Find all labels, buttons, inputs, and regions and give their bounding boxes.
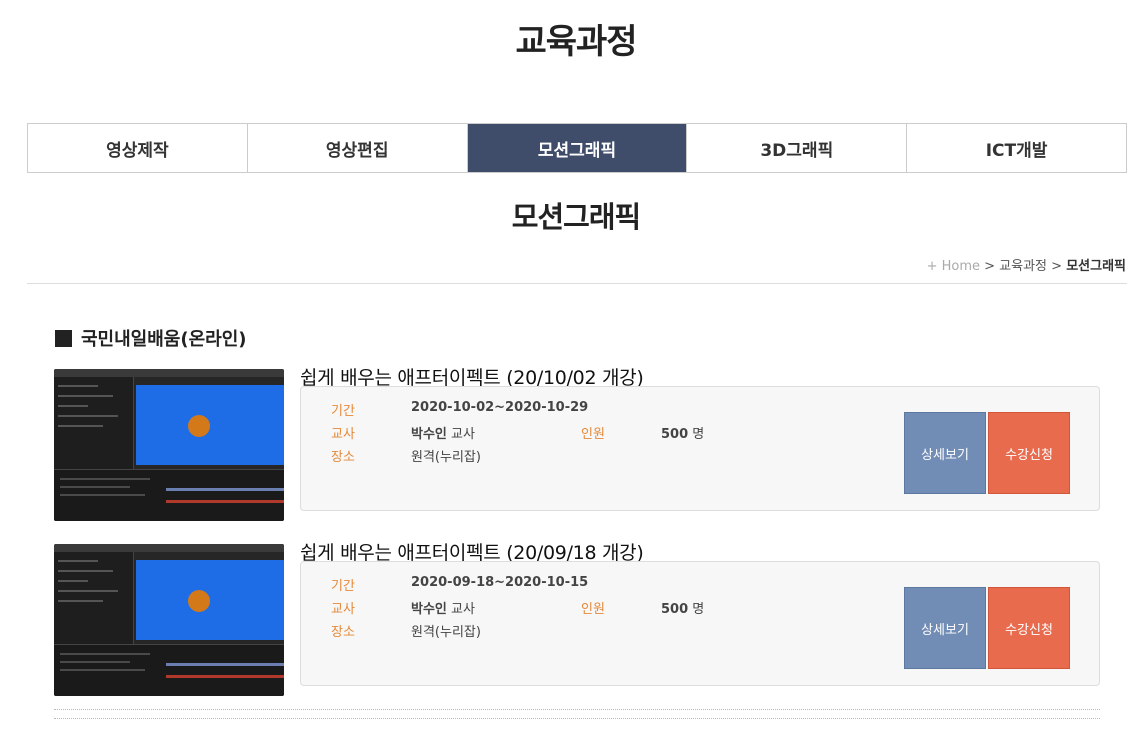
breadcrumb-current: 모션그래픽 bbox=[1066, 259, 1126, 274]
category-title: 국민내일배움(온라인) bbox=[81, 329, 247, 350]
thumb-line bbox=[58, 560, 98, 562]
place-label: 장소 bbox=[331, 450, 355, 465]
tab-video-editing[interactable]: 영상편집 bbox=[247, 124, 468, 172]
tab-ict-development[interactable]: ICT개발 bbox=[907, 124, 1126, 172]
period-label: 기간 bbox=[331, 404, 355, 419]
thumb-orange-circle bbox=[188, 415, 210, 437]
capacity-suffix: 명 bbox=[688, 602, 705, 617]
breadcrumb-separator: > bbox=[980, 259, 1000, 274]
thumb-line bbox=[58, 590, 118, 592]
teacher-suffix: 교사 bbox=[446, 602, 475, 617]
course-info-box: 기간 2020-09-18~2020-10-15 교사 박수인 교사 인원 50… bbox=[300, 561, 1100, 686]
capacity-suffix: 명 bbox=[688, 427, 705, 442]
thumb-timeline bbox=[54, 469, 284, 521]
thumb-timeline-row bbox=[60, 669, 145, 671]
tab-motion-graphics[interactable]: 모션그래픽 bbox=[467, 124, 688, 172]
thumb-line bbox=[58, 425, 103, 427]
period-value: 2020-10-02~2020-10-29 bbox=[411, 400, 589, 415]
thumb-line bbox=[58, 395, 113, 397]
course-info-box: 기간 2020-10-02~2020-10-29 교사 박수인 교사 인원 50… bbox=[300, 386, 1100, 511]
thumb-project-panel bbox=[54, 552, 134, 644]
thumb-timeline-row bbox=[60, 486, 130, 488]
teacher-value: 박수인 교사 bbox=[411, 423, 475, 442]
place-value: 원격(누리잡) bbox=[411, 625, 481, 640]
thumb-menubar bbox=[54, 369, 284, 377]
thumb-timeline-bar bbox=[166, 500, 284, 503]
category-tabs: 영상제작 영상편집 모션그래픽 3D그래픽 ICT개발 bbox=[27, 123, 1127, 173]
teacher-suffix: 교사 bbox=[446, 427, 475, 442]
list-divider bbox=[54, 718, 1100, 719]
teacher-name: 박수인 bbox=[411, 602, 447, 617]
capacity-label: 인원 bbox=[581, 602, 605, 617]
square-bullet-icon bbox=[55, 329, 72, 347]
thumb-timeline-bar bbox=[166, 663, 284, 666]
capacity-label: 인원 bbox=[581, 427, 605, 442]
info-row-period: 기간 2020-09-18~2020-10-15 bbox=[331, 575, 588, 594]
thumb-timeline-row bbox=[60, 653, 150, 655]
capacity-value: 500 명 bbox=[661, 598, 704, 617]
page-title: 교육과정 bbox=[515, 22, 637, 62]
capacity-number: 500 bbox=[661, 602, 689, 617]
header-divider bbox=[27, 283, 1127, 284]
thumb-project-panel bbox=[54, 377, 134, 469]
thumb-menubar bbox=[54, 544, 284, 552]
thumb-line bbox=[58, 600, 103, 602]
thumb-timeline-bar bbox=[166, 675, 284, 678]
thumb-line bbox=[58, 405, 88, 407]
thumb-timeline bbox=[54, 644, 284, 696]
teacher-name: 박수인 bbox=[411, 427, 447, 442]
capacity-value: 500 명 bbox=[661, 423, 704, 442]
course-thumbnail[interactable] bbox=[54, 369, 284, 521]
apply-button[interactable]: 수강신청 bbox=[988, 412, 1070, 494]
thumb-orange-circle bbox=[188, 590, 210, 612]
thumb-line bbox=[58, 580, 88, 582]
detail-button[interactable]: 상세보기 bbox=[904, 412, 986, 494]
place-label: 장소 bbox=[331, 625, 355, 640]
thumb-timeline-row bbox=[60, 661, 130, 663]
info-row-place: 장소 원격(누리잡) bbox=[331, 446, 481, 465]
teacher-value: 박수인 교사 bbox=[411, 598, 475, 617]
tab-3d-graphics[interactable]: 3D그래픽 bbox=[687, 124, 908, 172]
detail-button[interactable]: 상세보기 bbox=[904, 587, 986, 669]
tab-video-production[interactable]: 영상제작 bbox=[28, 124, 248, 172]
thumb-line bbox=[58, 385, 98, 387]
period-value: 2020-09-18~2020-10-15 bbox=[411, 575, 589, 590]
teacher-label: 교사 bbox=[331, 602, 355, 617]
course-card: 쉽게 배우는 애프터이펙트 (20/10/02 개강) 기간 2020-10-0… bbox=[54, 363, 1100, 523]
breadcrumb-level1-link[interactable]: 교육과정 bbox=[999, 259, 1047, 274]
place-value: 원격(누리잡) bbox=[411, 450, 481, 465]
category-heading: 국민내일배움(온라인) bbox=[55, 325, 247, 351]
teacher-label: 교사 bbox=[331, 427, 355, 442]
info-row-place: 장소 원격(누리잡) bbox=[331, 621, 481, 640]
thumb-composition bbox=[136, 560, 284, 640]
course-card: 쉽게 배우는 애프터이펙트 (20/09/18 개강) 기간 2020-09-1… bbox=[54, 538, 1100, 698]
thumb-timeline-bar bbox=[166, 488, 284, 491]
thumb-timeline-row bbox=[60, 478, 150, 480]
breadcrumb: + Home > 교육과정 > 모션그래픽 bbox=[927, 255, 1126, 274]
info-row-period: 기간 2020-10-02~2020-10-29 bbox=[331, 400, 588, 419]
course-thumbnail[interactable] bbox=[54, 544, 284, 696]
apply-button[interactable]: 수강신청 bbox=[988, 587, 1070, 669]
section-title: 모션그래픽 bbox=[511, 200, 641, 234]
thumb-line bbox=[58, 415, 118, 417]
thumb-timeline-row bbox=[60, 494, 145, 496]
breadcrumb-home-link[interactable]: + Home bbox=[927, 259, 980, 274]
capacity-number: 500 bbox=[661, 427, 689, 442]
thumb-composition bbox=[136, 385, 284, 465]
list-divider bbox=[54, 709, 1100, 710]
period-label: 기간 bbox=[331, 579, 355, 594]
breadcrumb-separator: > bbox=[1047, 259, 1067, 274]
thumb-line bbox=[58, 570, 113, 572]
